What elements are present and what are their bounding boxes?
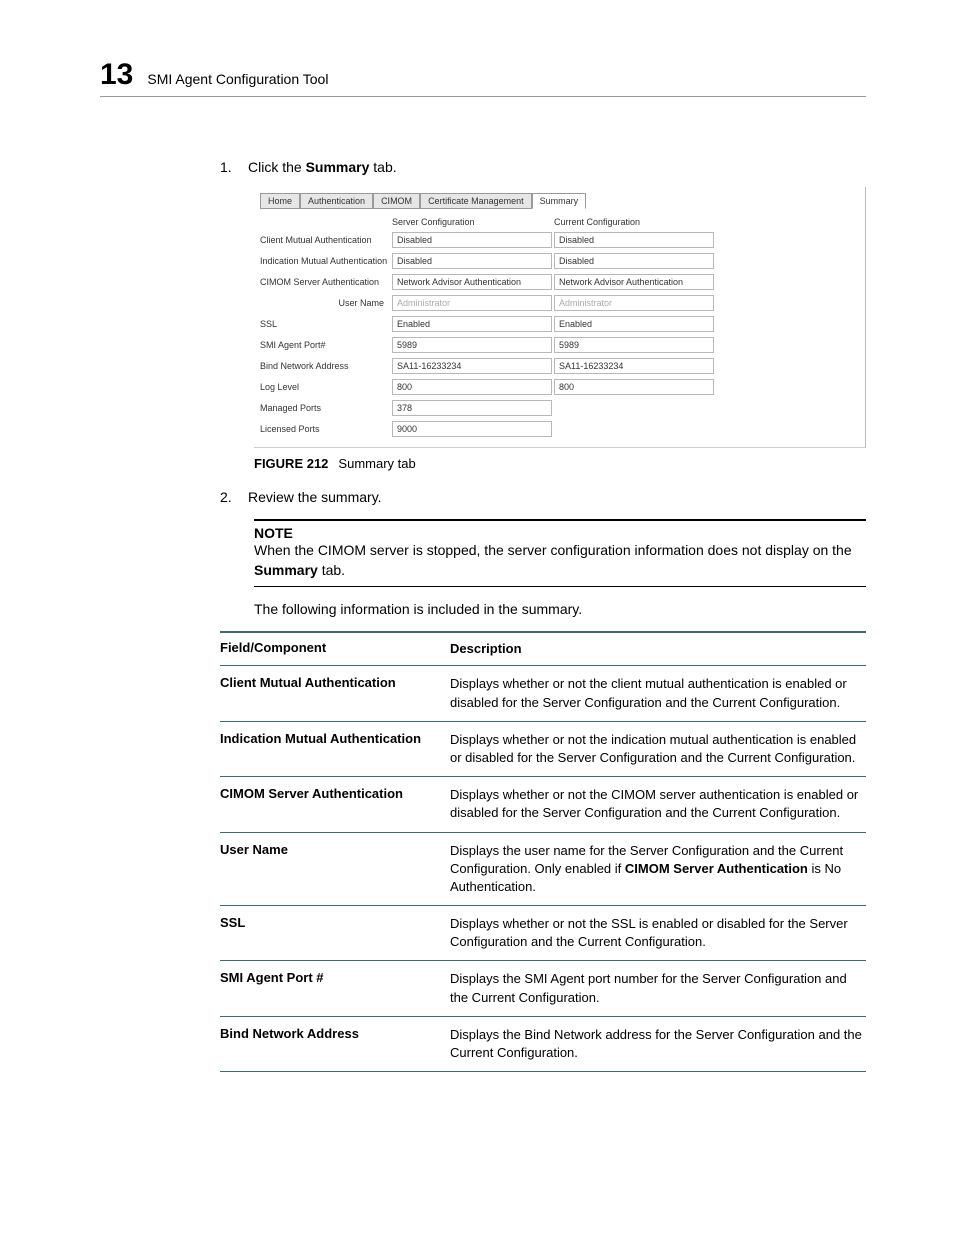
field-name: User Name	[220, 842, 450, 897]
summary-grid: Server Configuration Current Configurati…	[260, 217, 855, 437]
row-label: CIMOM Server Authentication	[260, 277, 390, 287]
field-description: Displays the SMI Agent port number for t…	[450, 970, 866, 1006]
note-label: NOTE	[254, 521, 866, 541]
col-header-current: Current Configuration	[554, 217, 714, 227]
field-value: SA11-16233234	[554, 358, 714, 374]
field-value: Administrator	[554, 295, 714, 311]
figure-label: FIGURE 212	[254, 456, 328, 471]
page-header: 13 SMI Agent Configuration Tool	[100, 58, 866, 97]
field-value: 5989	[392, 337, 552, 353]
field-value: 800	[392, 379, 552, 395]
table-header-row: Field/Component Description	[220, 633, 866, 666]
field-name: SMI Agent Port #	[220, 970, 450, 1006]
summary-tab-screenshot: Home Authentication CIMOM Certificate Ma…	[254, 187, 866, 448]
step-2: 2. Review the summary.	[220, 489, 866, 505]
table-row: SSL Displays whether or not the SSL is e…	[220, 906, 866, 961]
field-value: Network Advisor Authentication	[554, 274, 714, 290]
figure-caption: FIGURE 212 Summary tab	[254, 456, 866, 471]
tab-authentication[interactable]: Authentication	[300, 193, 373, 209]
note-text-bold: Summary	[254, 562, 318, 578]
row-label: Licensed Ports	[260, 424, 390, 434]
field-value: 800	[554, 379, 714, 395]
row-label: SSL	[260, 319, 390, 329]
table-row: SMI Agent Port # Displays the SMI Agent …	[220, 961, 866, 1016]
definition-table: Field/Component Description Client Mutua…	[220, 631, 866, 1072]
field-description: Displays whether or not the client mutua…	[450, 675, 866, 711]
step-body: Review the summary.	[248, 489, 866, 505]
field-name: SSL	[220, 915, 450, 951]
desc-bold: CIMOM Server Authentication	[625, 861, 808, 876]
field-description: Displays the Bind Network address for th…	[450, 1026, 866, 1062]
note-text-post: tab.	[318, 562, 345, 578]
note-body: When the CIMOM server is stopped, the se…	[254, 541, 866, 580]
field-value: Disabled	[554, 253, 714, 269]
row-label: User Name	[260, 298, 390, 308]
field-description: Displays whether or not the indication m…	[450, 731, 866, 767]
table-row: Indication Mutual Authentication Display…	[220, 722, 866, 777]
step-number: 2.	[220, 489, 248, 505]
step-number: 1.	[220, 159, 248, 175]
step-text-bold: Summary	[306, 159, 370, 175]
field-name: Bind Network Address	[220, 1026, 450, 1062]
note-block: NOTE When the CIMOM server is stopped, t…	[254, 519, 866, 587]
field-value: Network Advisor Authentication	[392, 274, 552, 290]
row-label: Indication Mutual Authentication	[260, 256, 390, 266]
field-name: Indication Mutual Authentication	[220, 731, 450, 767]
field-name: Client Mutual Authentication	[220, 675, 450, 711]
header-title: SMI Agent Configuration Tool	[147, 71, 328, 87]
tab-summary[interactable]: Summary	[532, 193, 587, 209]
field-value: 9000	[392, 421, 552, 437]
tab-home[interactable]: Home	[260, 193, 300, 209]
field-name: CIMOM Server Authentication	[220, 786, 450, 822]
note-text-pre: When the CIMOM server is stopped, the se…	[254, 542, 852, 558]
chapter-number: 13	[100, 58, 133, 92]
intro-paragraph: The following information is included in…	[254, 601, 866, 617]
field-value: Disabled	[554, 232, 714, 248]
table-header: Description	[450, 640, 866, 658]
row-label: Log Level	[260, 382, 390, 392]
field-value: Enabled	[554, 316, 714, 332]
row-label: SMI Agent Port#	[260, 340, 390, 350]
row-label: Client Mutual Authentication	[260, 235, 390, 245]
step-body: Click the Summary tab.	[248, 159, 866, 175]
field-description: Displays the user name for the Server Co…	[450, 842, 866, 897]
table-row: Bind Network Address Displays the Bind N…	[220, 1017, 866, 1072]
figure-caption-text: Summary tab	[338, 456, 415, 471]
field-value: SA11-16233234	[392, 358, 552, 374]
table-row: CIMOM Server Authentication Displays whe…	[220, 777, 866, 832]
field-value: Disabled	[392, 232, 552, 248]
field-value: 5989	[554, 337, 714, 353]
field-value: Disabled	[392, 253, 552, 269]
row-label: Bind Network Address	[260, 361, 390, 371]
table-row: Client Mutual Authentication Displays wh…	[220, 666, 866, 721]
row-label: Managed Ports	[260, 403, 390, 413]
col-header-server: Server Configuration	[392, 217, 552, 227]
table-row: User Name Displays the user name for the…	[220, 833, 866, 907]
field-value: 378	[392, 400, 552, 416]
step-1: 1. Click the Summary tab.	[220, 159, 866, 175]
tab-bar: Home Authentication CIMOM Certificate Ma…	[260, 193, 855, 209]
field-value: Enabled	[392, 316, 552, 332]
field-description: Displays whether or not the SSL is enabl…	[450, 915, 866, 951]
table-header: Field/Component	[220, 640, 450, 658]
tab-certificate-management[interactable]: Certificate Management	[420, 193, 532, 209]
step-text-post: tab.	[369, 159, 396, 175]
field-description: Displays whether or not the CIMOM server…	[450, 786, 866, 822]
field-value: Administrator	[392, 295, 552, 311]
step-text-pre: Click the	[248, 159, 306, 175]
tab-cimom[interactable]: CIMOM	[373, 193, 420, 209]
